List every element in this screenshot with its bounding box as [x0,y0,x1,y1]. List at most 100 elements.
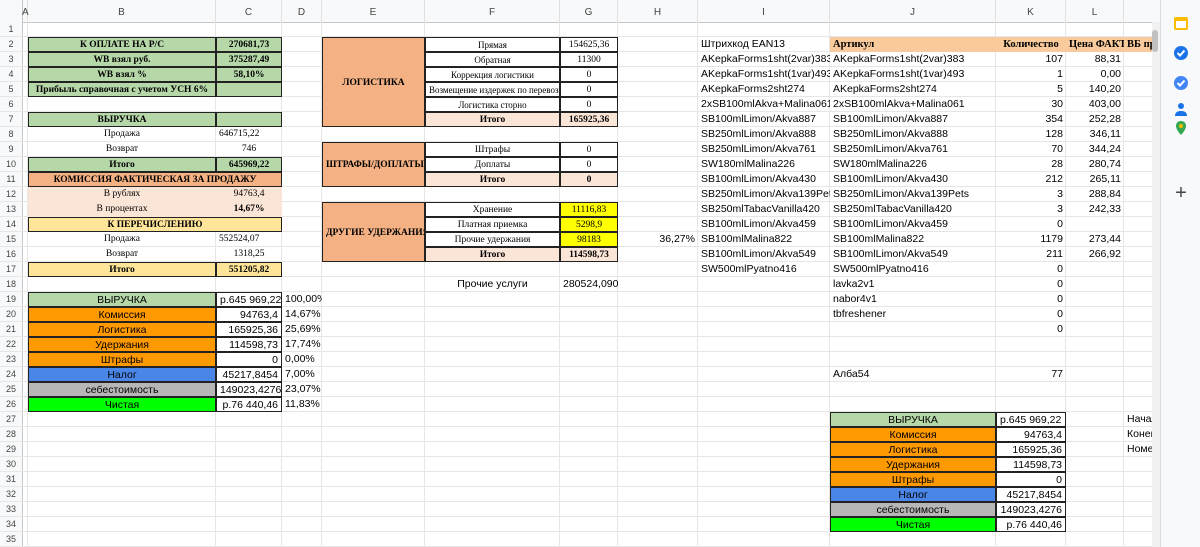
summary-right-value[interactable]: 94763,4 [996,427,1066,442]
summary-left-label[interactable]: Чистая [28,397,216,412]
article-name[interactable]: SW500mlPyatno416 [830,262,996,277]
row-header[interactable]: 20 [0,307,22,322]
row-header[interactable]: 22 [0,337,22,352]
article-qty[interactable]: 0 [996,277,1066,292]
row-header[interactable]: 19 [0,292,22,307]
column-header-i[interactable]: I [698,0,830,22]
article-qty[interactable]: 0 [996,292,1066,307]
contacts-icon[interactable] [1172,100,1190,118]
transfer-total-label[interactable]: Итого [28,262,216,277]
vertical-scrollbar[interactable] [1152,22,1160,547]
logistics-row-value[interactable]: 154625,36 [560,37,618,52]
summary-left-label[interactable]: Логистика [28,322,216,337]
article-price[interactable]: 273,44 [1066,232,1124,247]
row-header[interactable]: 11 [0,172,22,187]
article-price[interactable] [1066,292,1124,307]
column-header-e[interactable]: E [322,0,425,22]
fines-row-value[interactable]: 0 [560,142,618,157]
deductions-row-value[interactable]: 5298,9 [560,217,618,232]
column-header-h[interactable]: H [618,0,698,22]
article-qty[interactable]: 70 [996,142,1066,157]
article-qty[interactable]: 1 [996,67,1066,82]
article-qty[interactable]: 0 [996,307,1066,322]
article-price[interactable] [1066,277,1124,292]
right-note[interactable]: Номе [1124,442,1152,457]
article-price[interactable]: 266,92 [1066,247,1124,262]
right-note[interactable]: Конец [1124,427,1152,442]
article-price[interactable] [1066,322,1124,337]
summary-right-value[interactable]: 45217,8454 [996,487,1066,502]
summary-left-label[interactable]: Комиссия [28,307,216,322]
summary-left-value[interactable]: р.76 440,46 [216,397,282,412]
article-price[interactable]: 280,74 [1066,157,1124,172]
right-note[interactable]: Начал [1124,412,1152,427]
revenue-return-label[interactable]: Возврат [28,142,216,157]
keep-icon[interactable] [1172,44,1190,62]
row-header[interactable]: 27 [0,412,22,427]
article-price[interactable]: 140,20 [1066,82,1124,97]
commission-rub-label[interactable]: В рублях [28,187,216,202]
transfer-sale-label[interactable]: Продажа [28,232,216,247]
summary-right-label[interactable]: Логистика [830,442,996,457]
barcode-cell[interactable]: SB250mlLimon/Akva888 [698,127,830,142]
article-name[interactable]: SB250mlLimon/Akva888 [830,127,996,142]
summary-right-label[interactable]: Налог [830,487,996,502]
tasks-icon[interactable] [1172,74,1190,92]
row-header[interactable]: 30 [0,457,22,472]
article-price[interactable] [1066,217,1124,232]
column-header-k[interactable]: K [996,0,1066,22]
fines-total-value[interactable]: 0 [560,172,618,187]
row-header[interactable]: 26 [0,397,22,412]
article-price[interactable]: 344,24 [1066,142,1124,157]
spreadsheet-grid[interactable]: A B C D E F G H I J K L 1 2 3 4 5 6 7 8 9 10 11 12 13 14 15 16 17 18 1… [0,0,1200,547]
summary-left-pct[interactable]: 17,74% [282,337,322,352]
fines-row-value[interactable]: 0 [560,157,618,172]
articles-header-price[interactable]: Цена ФАКТ [1066,37,1124,52]
summary-left-label[interactable]: Налог [28,367,216,382]
logistics-row-value[interactable]: 0 [560,67,618,82]
row-header[interactable]: 12 [0,187,22,202]
commission-pct-value[interactable]: 14,67% [216,202,282,217]
article-price[interactable] [1066,307,1124,322]
article-qty[interactable]: 0 [996,322,1066,337]
fines-title[interactable]: ШТРАФЫ/ДОПЛАТЫ [322,142,425,187]
scrollbar-thumb[interactable] [1152,30,1158,52]
article-name[interactable]: SB100mlLimon/Akva430 [830,172,996,187]
revenue-total-label[interactable]: Итого [28,157,216,172]
row-header[interactable]: 9 [0,142,22,157]
article-price[interactable]: 242,33 [1066,202,1124,217]
column-header-b[interactable]: B [28,0,216,22]
barcode-cell[interactable]: AKepkaForms1sht(1var)493 [698,67,830,82]
deductions-total-label[interactable]: Итого [425,247,560,262]
summary-left-label[interactable]: Удержания [28,337,216,352]
articles-header-extra[interactable]: ВБ пр [1124,37,1152,52]
summary-right-label[interactable]: Комиссия [830,427,996,442]
summary-right-value[interactable]: 149023,4276 [996,502,1066,517]
summary-right-value[interactable]: р.645 969,22 [996,412,1066,427]
article-qty[interactable]: 0 [996,217,1066,232]
summary-left-value[interactable]: 165925,36 [216,322,282,337]
summary-left-label[interactable]: ВЫРУЧКА [28,292,216,307]
article-qty[interactable]: 3 [996,187,1066,202]
summary-right-value[interactable]: 114598,73 [996,457,1066,472]
summary-top-value[interactable]: 270681,73 [216,37,282,52]
row-header[interactable]: 15 [0,232,22,247]
article-price[interactable]: 265,11 [1066,172,1124,187]
transfer-return-label[interactable]: Возврат [28,247,216,262]
row-header[interactable]: 1 [0,22,22,37]
barcode-cell[interactable]: SB100mlLimon/Akva887 [698,112,830,127]
calendar-icon[interactable] [1172,14,1190,32]
commission-rub-value[interactable]: 94763,4 [216,187,282,202]
summary-top-value[interactable] [216,82,282,97]
logistics-row-label[interactable]: Коррекция логистики [425,67,560,82]
logistics-row-value[interactable]: 11300 [560,52,618,67]
row-header[interactable]: 8 [0,127,22,142]
row-header[interactable]: 5 [0,82,22,97]
summary-right-label[interactable]: Чистая [830,517,996,532]
summary-left-value[interactable]: 45217,8454 [216,367,282,382]
barcode-cell[interactable]: 2xSB100mlAkva+Malina061 [698,97,830,112]
deductions-row-value[interactable]: 11116,83 [560,202,618,217]
transfer-header[interactable]: К ПЕРЕЧИСЛЕНИЮ [28,217,282,232]
article-qty[interactable]: 3 [996,202,1066,217]
row-header[interactable]: 31 [0,472,22,487]
